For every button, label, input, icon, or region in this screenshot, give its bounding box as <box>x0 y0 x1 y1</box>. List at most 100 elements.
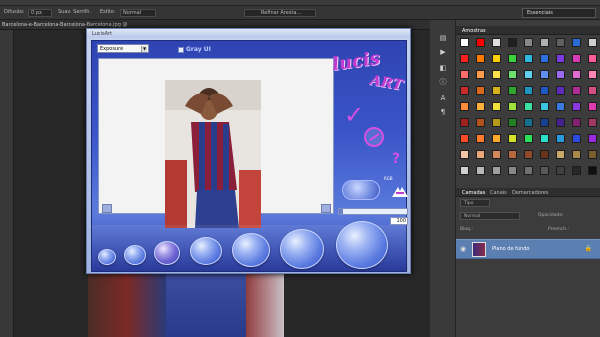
color-swatch[interactable] <box>556 86 565 95</box>
color-swatch[interactable] <box>524 166 533 175</box>
color-swatch[interactable] <box>588 150 597 159</box>
color-swatch[interactable] <box>460 86 469 95</box>
workspace-select[interactable]: Essenciais <box>522 8 596 18</box>
color-swatch[interactable] <box>588 134 597 143</box>
history-icon[interactable]: ▤ <box>438 34 448 42</box>
color-swatch[interactable] <box>556 166 565 175</box>
color-swatch[interactable] <box>476 86 485 95</box>
color-swatch[interactable] <box>588 70 597 79</box>
color-swatch[interactable] <box>476 134 485 143</box>
antialias-checkbox[interactable]: Suav. Serrilh. <box>58 9 91 15</box>
color-swatch[interactable] <box>508 118 517 127</box>
tab-channels[interactable]: Canais <box>490 190 507 196</box>
color-swatch[interactable] <box>508 86 517 95</box>
color-swatch[interactable] <box>572 166 581 175</box>
zoom-out-button[interactable] <box>102 204 112 213</box>
color-swatch[interactable] <box>476 70 485 79</box>
info-icon[interactable]: ⓘ <box>438 78 448 86</box>
blend-mode-select[interactable]: Normal <box>460 212 520 220</box>
color-swatch[interactable] <box>460 166 469 175</box>
color-swatch[interactable] <box>460 150 469 159</box>
color-swatch[interactable] <box>572 70 581 79</box>
apply-button[interactable] <box>342 180 380 200</box>
color-swatch[interactable] <box>572 134 581 143</box>
color-swatch[interactable] <box>492 102 501 111</box>
color-swatch[interactable] <box>524 102 533 111</box>
tab-layers[interactable]: Camadas <box>462 190 485 196</box>
color-swatch[interactable] <box>540 134 549 143</box>
color-swatch[interactable] <box>588 54 597 63</box>
split-view-icon[interactable] <box>390 183 410 199</box>
color-swatch[interactable] <box>508 134 517 143</box>
color-swatch[interactable] <box>460 54 469 63</box>
refine-edge-button[interactable]: Refinar Aresta... <box>244 9 316 17</box>
tab-paths[interactable]: Demarcadores <box>512 190 548 196</box>
color-swatch[interactable] <box>556 150 565 159</box>
color-swatch[interactable] <box>572 118 581 127</box>
color-swatch[interactable] <box>524 118 533 127</box>
color-swatch[interactable] <box>492 118 501 127</box>
color-swatch[interactable] <box>572 102 581 111</box>
color-swatch[interactable] <box>492 134 501 143</box>
color-swatch[interactable] <box>524 86 533 95</box>
cancel-icon[interactable] <box>364 127 384 147</box>
color-swatch[interactable] <box>556 102 565 111</box>
color-swatch[interactable] <box>556 38 565 47</box>
color-swatch[interactable] <box>540 70 549 79</box>
color-swatch[interactable] <box>588 118 597 127</box>
checkbox-box[interactable] <box>178 46 184 53</box>
color-swatch[interactable] <box>476 166 485 175</box>
color-swatch[interactable] <box>572 86 581 95</box>
color-swatch[interactable] <box>476 54 485 63</box>
color-swatch[interactable] <box>524 150 533 159</box>
color-swatch[interactable] <box>540 54 549 63</box>
color-swatch[interactable] <box>540 102 549 111</box>
color-swatch[interactable] <box>492 150 501 159</box>
effect-select[interactable]: Exposure ▼ <box>97 44 149 53</box>
color-swatch[interactable] <box>572 54 581 63</box>
color-swatch[interactable] <box>556 118 565 127</box>
color-swatch[interactable] <box>460 70 469 79</box>
color-swatch[interactable] <box>556 70 565 79</box>
actions-icon[interactable]: ▶ <box>438 48 448 56</box>
preset-bubble[interactable] <box>190 237 222 265</box>
color-swatch[interactable] <box>540 118 549 127</box>
color-swatch[interactable] <box>588 38 597 47</box>
preset-bubble[interactable] <box>336 221 388 269</box>
color-swatch[interactable] <box>492 38 501 47</box>
eye-icon[interactable]: ◉ <box>460 245 466 253</box>
tab-swatches[interactable]: Amostras <box>462 28 486 34</box>
preset-bubble[interactable] <box>280 229 324 269</box>
color-swatch[interactable] <box>476 102 485 111</box>
color-swatch[interactable] <box>460 134 469 143</box>
color-swatch[interactable] <box>524 54 533 63</box>
color-swatch[interactable] <box>508 54 517 63</box>
color-swatch[interactable] <box>588 166 597 175</box>
color-swatch[interactable] <box>492 54 501 63</box>
color-swatch[interactable] <box>476 150 485 159</box>
feather-input[interactable]: 0 px <box>28 9 52 17</box>
color-swatch[interactable] <box>492 166 501 175</box>
preset-bubble[interactable] <box>124 245 146 265</box>
color-swatch[interactable] <box>460 102 469 111</box>
color-swatch[interactable] <box>588 102 597 111</box>
color-swatch[interactable] <box>556 134 565 143</box>
color-swatch[interactable] <box>508 150 517 159</box>
layer-row-background[interactable]: ◉ Plano de fundo 🔒 <box>456 239 600 259</box>
color-swatch[interactable] <box>492 70 501 79</box>
color-swatch[interactable] <box>524 38 533 47</box>
style-select[interactable]: Normal <box>120 9 156 17</box>
color-swatch[interactable] <box>540 150 549 159</box>
color-swatch[interactable] <box>572 38 581 47</box>
strength-slider[interactable] <box>338 208 408 215</box>
layer-kind-filter[interactable]: Tipo <box>460 199 490 207</box>
color-swatch[interactable] <box>460 118 469 127</box>
character-icon[interactable]: A <box>438 94 448 102</box>
color-swatch[interactable] <box>476 38 485 47</box>
color-swatch[interactable] <box>540 86 549 95</box>
preset-bubble[interactable] <box>98 249 116 265</box>
checkmark-icon[interactable]: ✓ <box>344 101 364 129</box>
color-swatch[interactable] <box>508 38 517 47</box>
color-swatch[interactable] <box>460 38 469 47</box>
color-swatch[interactable] <box>540 38 549 47</box>
